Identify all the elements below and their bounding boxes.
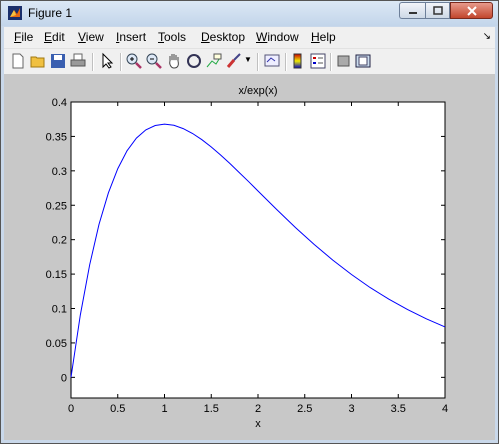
- menu-window[interactable]: Window: [256, 30, 299, 44]
- data-cursor-icon[interactable]: [205, 52, 223, 70]
- brush-icon[interactable]: [225, 52, 243, 70]
- x-tick-label: 1: [161, 403, 167, 415]
- print-icon[interactable]: [69, 52, 87, 70]
- x-axis-label: x: [255, 418, 261, 430]
- figure-toolbar: ▼: [4, 48, 495, 75]
- x-tick-label: 2: [255, 403, 261, 415]
- title-bar[interactable]: Figure 1: [1, 1, 498, 26]
- axes-box: [70, 101, 446, 399]
- matlab-icon: [8, 6, 22, 20]
- figure-canvas: x/exp(x) x 0 0.5 1 1.5 2 2.5 3 3.5 4 0 0.05 0.1 0.15…: [4, 74, 495, 440]
- y-tick-label: 0.25: [46, 200, 67, 212]
- colorbar-icon[interactable]: [289, 52, 307, 70]
- chart-title: x/exp(x): [238, 85, 277, 97]
- hide-plot-tools-icon[interactable]: [335, 52, 353, 70]
- minimize-button[interactable]: [399, 2, 425, 19]
- new-figure-icon[interactable]: [9, 52, 27, 70]
- save-icon[interactable]: [49, 52, 67, 70]
- y-tick-label: 0.15: [46, 269, 67, 281]
- rotate-3d-icon[interactable]: [185, 52, 203, 70]
- y-tick-label: 0.35: [46, 131, 67, 143]
- figure-window: Figure 1 File Edit View Insert Tools Des…: [0, 0, 499, 444]
- x-tick-label: 3: [348, 403, 354, 415]
- menu-bar: File Edit View Insert Tools Desktop Wind…: [4, 27, 495, 48]
- menu-file[interactable]: File: [14, 30, 33, 44]
- y-tick-label: 0: [61, 372, 67, 384]
- minimize-icon: [408, 11, 417, 14]
- zoom-out-icon[interactable]: [145, 52, 163, 70]
- y-tick-label: 0.4: [52, 97, 67, 109]
- dock-arrow-icon[interactable]: ↘: [483, 31, 491, 42]
- window-title: Figure 1: [28, 6, 73, 20]
- x-tick-label: 0: [68, 403, 74, 415]
- close-button[interactable]: [450, 2, 493, 19]
- menu-edit[interactable]: Edit: [44, 30, 65, 44]
- x-tick-label: 3.5: [391, 403, 406, 415]
- brush-dropdown-icon[interactable]: ▼: [244, 55, 252, 64]
- open-file-icon[interactable]: [29, 52, 47, 70]
- y-tick-label: 0.3: [52, 166, 67, 178]
- menu-desktop[interactable]: Desktop: [201, 30, 245, 44]
- menu-tools[interactable]: Tools: [158, 30, 186, 44]
- zoom-in-icon[interactable]: [125, 52, 143, 70]
- maximize-icon: [432, 5, 443, 15]
- close-icon: [466, 5, 477, 16]
- edit-plot-arrow-icon[interactable]: [98, 52, 116, 70]
- y-tick-label: 0.1: [52, 304, 67, 316]
- x-tick-label: 1.5: [204, 403, 219, 415]
- menu-insert[interactable]: Insert: [116, 30, 146, 44]
- x-tick-label: 0.5: [110, 403, 125, 415]
- show-plot-tools-icon[interactable]: [354, 52, 372, 70]
- maximize-button[interactable]: [425, 2, 450, 19]
- link-plot-icon[interactable]: [263, 52, 281, 70]
- y-tick-label: 0.2: [52, 235, 67, 247]
- menu-view[interactable]: View: [78, 30, 104, 44]
- x-tick-label: 4: [442, 403, 448, 415]
- legend-icon[interactable]: [309, 52, 327, 70]
- menu-help[interactable]: Help: [311, 30, 336, 44]
- x-tick-label: 2.5: [297, 403, 312, 415]
- y-tick-label: 0.05: [46, 338, 67, 350]
- line-chart[interactable]: x/exp(x) x 0 0.5 1 1.5 2 2.5 3 3.5 4 0 0.05 0.1 0.15…: [4, 74, 495, 440]
- pan-hand-icon[interactable]: [165, 52, 183, 70]
